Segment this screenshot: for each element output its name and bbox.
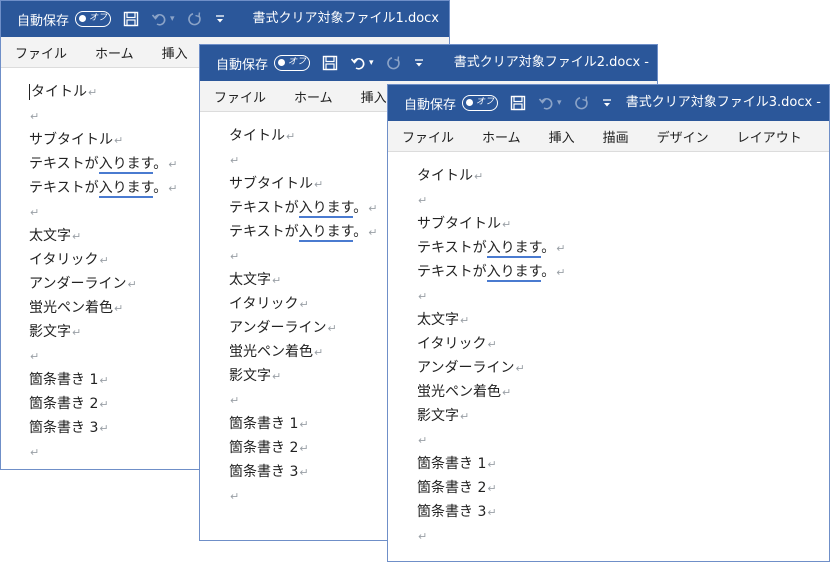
doc-line: テキストが入ります。↵	[417, 240, 566, 258]
tab-home[interactable]: ホーム	[280, 87, 347, 106]
save-icon[interactable]	[322, 55, 338, 71]
tab-home[interactable]: ホーム	[468, 127, 535, 146]
doc-line: タイトル↵	[417, 168, 484, 184]
tab-insert[interactable]: 挿入	[148, 43, 202, 62]
tab-file[interactable]: ファイル	[200, 87, 280, 106]
doc-line: 影文字↵	[417, 408, 470, 424]
document-title: 書式クリア対象ファイル3.docx -	[625, 95, 821, 110]
undo-dropdown-icon[interactable]: ▾	[369, 58, 374, 68]
doc-line: テキストが入ります。↵	[417, 264, 566, 282]
redo-icon[interactable]	[386, 55, 402, 71]
undo-icon[interactable]	[350, 55, 366, 71]
tab-references[interactable]: 参考資	[816, 127, 829, 146]
undo-icon[interactable]	[151, 11, 167, 27]
autosave-label: 自動保存	[216, 57, 269, 73]
tab-insert[interactable]: 挿入	[535, 127, 589, 146]
document-title: 書式クリア対象ファイル1.docx	[252, 11, 439, 26]
autosave-label: 自動保存	[404, 97, 457, 113]
tab-draw[interactable]: 描画	[589, 127, 643, 146]
quick-access-dropdown-icon[interactable]	[414, 58, 424, 68]
doc-line: 太文字↵	[417, 312, 470, 328]
doc-line: 蛍光ペン着色↵	[417, 384, 512, 400]
undo-dropdown-icon[interactable]: ▾	[170, 14, 175, 24]
doc-line: アンダーライン↵	[417, 360, 525, 376]
autosave-toggle[interactable]: オフ	[462, 95, 499, 111]
tab-layout[interactable]: レイアウト	[723, 127, 816, 146]
tab-file[interactable]: ファイル	[1, 43, 81, 62]
redo-icon[interactable]	[574, 95, 590, 111]
doc-line: ↵	[418, 194, 428, 207]
tab-design[interactable]: デザイン	[643, 127, 723, 146]
tab-file[interactable]: ファイル	[388, 127, 468, 146]
tab-home[interactable]: ホーム	[81, 43, 148, 62]
undo-dropdown-icon[interactable]: ▾	[557, 98, 562, 108]
text-cursor	[29, 84, 30, 100]
title-bar[interactable]: 自動保存 オフ ▾ 書式クリア対象ファイル1.docx	[1, 1, 449, 37]
autosave-toggle[interactable]: オフ	[75, 11, 112, 27]
autosave-label: 自動保存	[17, 13, 70, 29]
title-bar[interactable]: 自動保存 オフ ▾ 書式クリア対象ファイル2.docx -	[200, 45, 657, 81]
save-icon[interactable]	[510, 95, 526, 111]
save-icon[interactable]	[123, 11, 139, 27]
document-title: 書式クリア対象ファイル2.docx -	[453, 55, 649, 70]
doc-line: ↵	[418, 290, 428, 303]
document-body[interactable]: タイトル↵ ↵ サブタイトル↵ テキストが入ります。↵ テキストが入ります。↵ …	[388, 152, 829, 548]
word-window-3[interactable]: 自動保存 オフ ▾ 書式クリア対象ファイル3.docx - ファイル ホーム 挿…	[387, 84, 830, 562]
doc-line: イタリック↵	[417, 336, 497, 352]
doc-line: ↵	[418, 434, 428, 447]
doc-line: 箇条書き 2↵	[417, 480, 497, 496]
doc-line: ↵	[418, 530, 428, 543]
title-bar[interactable]: 自動保存 オフ ▾ 書式クリア対象ファイル3.docx -	[388, 85, 829, 121]
doc-line: 箇条書き 3↵	[417, 504, 497, 520]
doc-line: サブタイトル↵	[417, 216, 512, 232]
redo-icon[interactable]	[187, 11, 203, 27]
ribbon-tabs: ファイル ホーム 挿入 描画 デザイン レイアウト 参考資	[388, 121, 829, 152]
undo-icon[interactable]	[538, 95, 554, 111]
doc-line: 箇条書き 1↵	[417, 456, 497, 472]
autosave-toggle[interactable]: オフ	[274, 55, 311, 71]
quick-access-dropdown-icon[interactable]	[215, 14, 225, 24]
quick-access-dropdown-icon[interactable]	[602, 98, 612, 108]
